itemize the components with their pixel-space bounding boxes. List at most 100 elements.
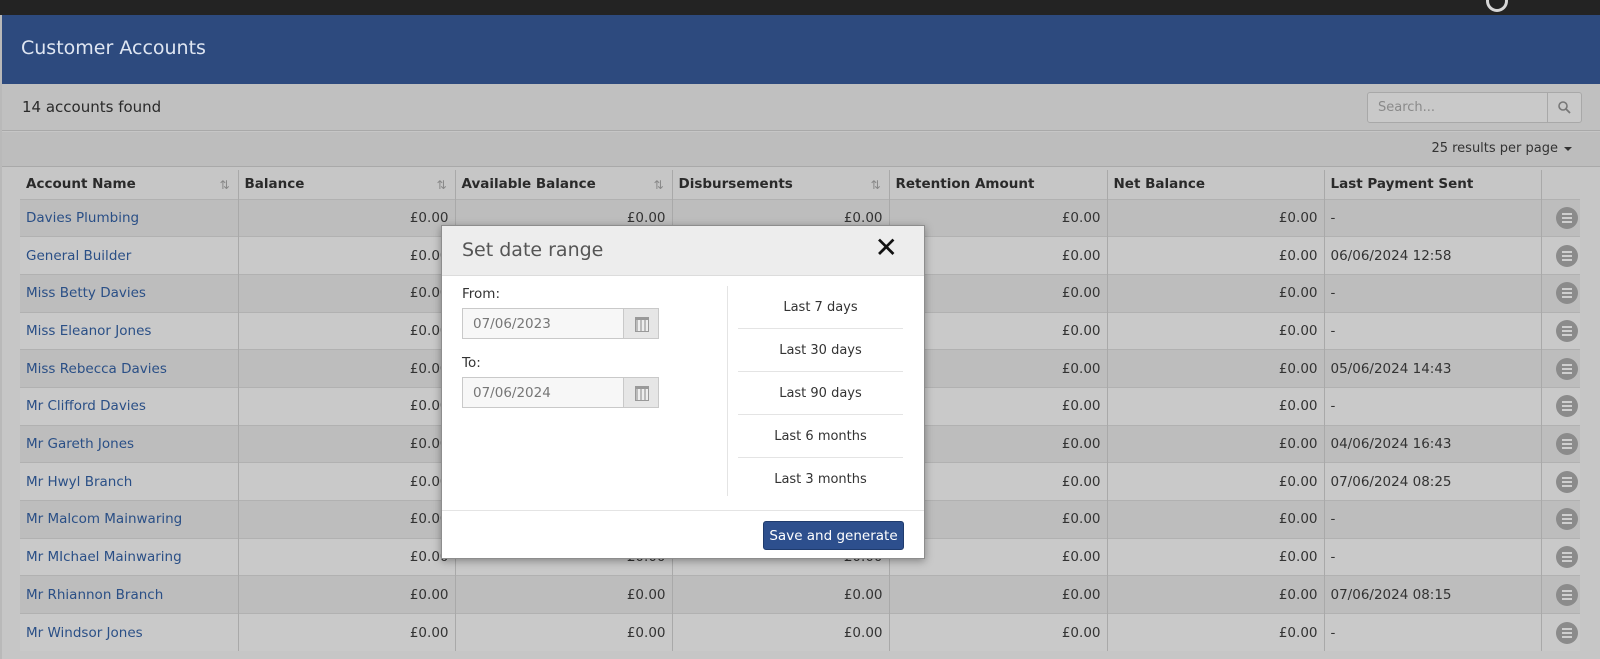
account-name-cell: Miss Eleanor Jones [20,311,239,350]
quick-range-last-7-days[interactable]: Last 7 days [738,286,903,329]
quick-range-last-30-days[interactable]: Last 30 days [738,329,903,372]
sort-icon[interactable]: ⇅ [653,178,663,192]
calendar-icon[interactable] [623,378,658,407]
row-menu-icon[interactable] [1555,357,1578,380]
column-header-available-balance[interactable]: Available Balance ⇅ [455,170,673,199]
quick-range-last-6-months[interactable]: Last 6 months [738,415,903,458]
sort-icon[interactable]: ⇅ [436,178,446,192]
balance-cell: £0.00 [238,236,456,275]
row-menu-icon[interactable] [1555,583,1578,606]
account-name-cell: Miss Betty Davies [20,273,239,313]
divider [727,286,728,496]
retention-amount-cell: £0.00 [889,613,1108,652]
balance-cell: £0.00 [238,575,456,614]
balance-cell: £0.00 [238,349,456,388]
net-balance-cell: £0.00 [1107,537,1325,576]
available-balance-cell: £0.00 [455,575,673,614]
row-actions-cell [1541,198,1580,237]
balance-cell: £0.00 [238,537,456,576]
row-menu-icon[interactable] [1555,621,1578,644]
to-date-input[interactable] [463,378,624,407]
row-actions-cell [1541,462,1580,501]
pagination-bar: 25 results per page [2,132,1600,167]
last-payment-cell: 07/06/2024 08:15 [1324,575,1542,614]
account-name-cell: Mr Clifford Davies [20,386,239,426]
last-payment-cell: 07/06/2024 08:25 [1324,462,1542,501]
net-balance-cell: £0.00 [1107,273,1325,313]
account-name-cell: Miss Rebecca Davies [20,349,239,388]
table-row: Mr Windsor Jones £0.00 £0.00 £0.00 £0.00 £0.0… [20,613,1580,652]
row-menu-icon[interactable] [1555,206,1578,229]
column-header-balance[interactable]: Balance ⇅ [238,170,456,199]
last-payment-cell: 06/06/2024 12:58 [1324,236,1542,275]
row-actions-cell [1541,273,1580,313]
search-input[interactable] [1368,93,1548,122]
quick-range-list: Last 7 days Last 30 days Last 90 days La… [738,286,903,501]
row-menu-icon[interactable] [1555,508,1578,531]
account-name-link[interactable]: Mr Gareth Jones [26,436,134,452]
quick-range-last-3-months[interactable]: Last 3 months [738,458,903,501]
column-label: Retention Amount [895,176,1035,193]
row-actions-cell [1541,575,1580,614]
balance-cell: £0.00 [238,462,456,501]
net-balance-cell: £0.00 [1107,198,1325,237]
results-bar: 14 accounts found [2,84,1600,131]
row-menu-icon[interactable] [1555,395,1578,418]
quick-range-last-90-days[interactable]: Last 90 days [738,372,903,415]
search-icon [1558,101,1571,114]
last-payment-cell: - [1324,386,1542,426]
row-actions-cell [1541,500,1580,539]
account-name-link[interactable]: Mr Hwyl Branch [26,474,132,490]
results-count: 14 accounts found [22,98,162,116]
account-name-link[interactable]: General Builder [26,248,131,264]
account-name-link[interactable]: Mr Rhiannon Branch [26,587,163,603]
modal-footer: Save and generate [442,510,924,558]
account-name-cell: Mr Gareth Jones [20,424,239,463]
account-name-link[interactable]: Miss Betty Davies [26,285,146,301]
row-actions-cell [1541,613,1580,652]
sort-icon[interactable]: ⇅ [870,178,880,192]
user-icon[interactable] [1486,0,1508,12]
row-menu-icon[interactable] [1555,282,1578,305]
row-menu-icon[interactable] [1555,319,1578,342]
account-name-link[interactable]: Miss Rebecca Davies [26,361,167,377]
page-title: Customer Accounts [21,37,206,59]
caret-down-icon [1564,146,1572,151]
last-payment-cell: - [1324,198,1542,237]
account-name-link[interactable]: Mr Malcom Mainwaring [26,511,182,527]
account-name-link[interactable]: Davies Plumbing [26,210,139,226]
account-name-link[interactable]: Mr MIchael Mainwaring [26,549,182,565]
to-label: To: [462,355,481,371]
column-header-account-name[interactable]: Account Name ⇅ [20,170,239,199]
account-name-link[interactable]: Mr Clifford Davies [26,398,146,414]
account-name-cell: Davies Plumbing [20,198,239,237]
calendar-icon[interactable] [623,309,658,338]
results-per-page-dropdown[interactable]: 25 results per page [1431,141,1572,156]
column-header-disbursements[interactable]: Disbursements ⇅ [672,170,890,199]
from-date-input[interactable] [463,309,624,338]
row-actions-cell [1541,311,1580,350]
last-payment-cell: - [1324,311,1542,350]
column-label: Account Name [26,176,136,193]
balance-cell: £0.00 [238,386,456,426]
column-header-last-payment-sent: Last Payment Sent [1324,170,1542,199]
balance-cell: £0.00 [238,273,456,313]
save-and-generate-button[interactable]: Save and generate [763,521,904,550]
date-fields: From: To: [462,286,712,424]
account-name-cell: Mr MIchael Mainwaring [20,537,239,576]
row-menu-icon[interactable] [1555,432,1578,455]
account-name-link[interactable]: Miss Eleanor Jones [26,323,151,339]
account-name-link[interactable]: Mr Windsor Jones [26,625,143,641]
to-date-field [462,377,659,408]
search-button[interactable] [1547,93,1581,122]
balance-cell: £0.00 [238,500,456,539]
row-menu-icon[interactable] [1555,470,1578,493]
search-box [1367,92,1582,123]
balance-cell: £0.00 [238,613,456,652]
from-label: From: [462,286,500,302]
table-header-row: Account Name ⇅ Balance ⇅ Available Balance… [20,170,1580,199]
sort-asc-icon[interactable]: ⇅ [219,178,229,192]
row-menu-icon[interactable] [1555,546,1578,569]
row-menu-icon[interactable] [1555,244,1578,267]
close-icon[interactable]: ✕ [875,234,898,262]
